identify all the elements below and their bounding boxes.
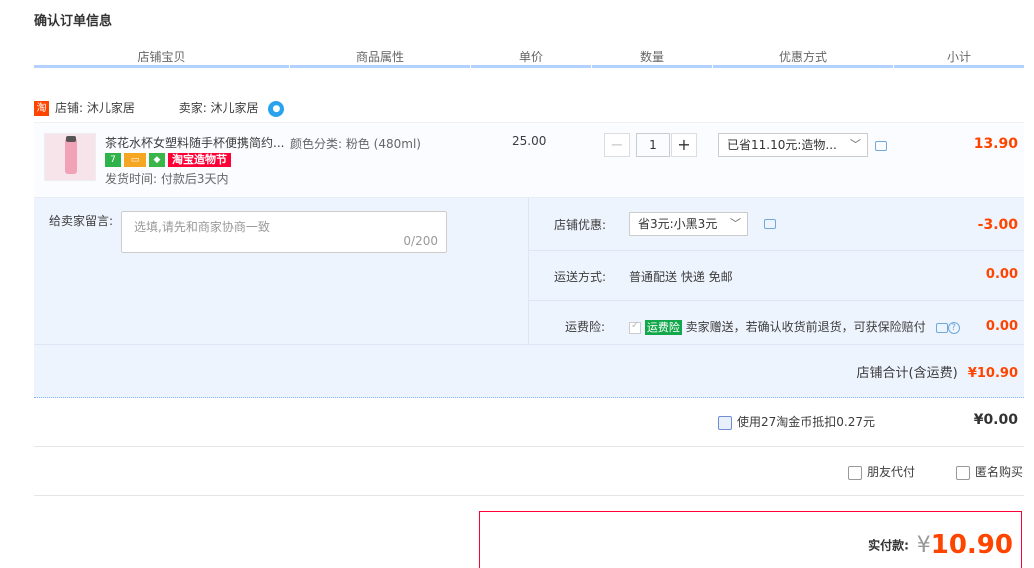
payment-amount: 10.90 xyxy=(930,530,1013,560)
bottle-image xyxy=(65,136,77,174)
coin-row: 使用27淘金币抵扣0.27元 ¥0.00 xyxy=(34,398,1024,447)
shop-total: 店铺合计(含运费) ¥10.90 xyxy=(857,362,1018,381)
order-item: 茶花水杯女塑料随手杯便携简约... 7 ▭ ◆ 淘宝造物节 发货时间: 付款后3天内 … xyxy=(34,122,1024,198)
friend-pay-checkbox[interactable] xyxy=(848,465,862,480)
message-icon[interactable] xyxy=(935,322,948,333)
shipping-label: 运送方式: xyxy=(554,270,607,284)
service-badges: 7 ▭ ◆ 淘宝造物节 xyxy=(105,153,234,169)
header-underline xyxy=(34,65,289,68)
memo-char-count: 0/200 xyxy=(403,234,438,248)
anonymous-option[interactable]: 匿名购买 xyxy=(956,463,1023,480)
shop-total-value: ¥10.90 xyxy=(967,366,1018,381)
quantity-input[interactable]: 1 xyxy=(636,133,670,157)
product-attribute: 颜色分类: 粉色 (480ml) xyxy=(290,137,421,151)
shop-discount-value: 省3元:小黑3元 xyxy=(638,217,718,231)
divider xyxy=(528,198,529,344)
festival-badge[interactable]: 淘宝造物节 xyxy=(168,153,231,167)
chevron-down-icon: ﹀ xyxy=(730,217,741,230)
product-name-link[interactable]: 茶花水杯女塑料随手杯便携简约... xyxy=(105,134,287,151)
header-underline xyxy=(713,65,893,68)
item-discount-select[interactable]: 已省11.10元:造物... ﹀ xyxy=(718,133,868,157)
insurance-info: 运费险 卖家赠送，若确认收货前退货，可获保险赔付 ? xyxy=(629,318,960,335)
seven-day-return-icon[interactable]: 7 xyxy=(105,153,121,167)
guarantee-icon[interactable]: ◆ xyxy=(149,153,165,167)
shop-discount-amount: -3.00 xyxy=(977,217,1018,233)
anonymous-checkbox[interactable] xyxy=(956,465,970,480)
ship-time: 发货时间: 付款后3天内 xyxy=(105,172,229,186)
unit-price: 25.00 xyxy=(512,134,547,148)
memo-label: 给卖家留言: xyxy=(49,214,114,228)
payment-label: 实付款: xyxy=(868,538,909,553)
shipping-method: 普通配送 快递 免邮 xyxy=(629,270,733,284)
options-row: 朋友代付 匿名购买 xyxy=(34,447,1024,496)
quantity-plus-button[interactable]: + xyxy=(671,133,697,157)
insurance-badge: 运费险 xyxy=(644,320,682,335)
friend-pay-label: 朋友代付 xyxy=(867,465,916,479)
header-underline xyxy=(290,65,470,68)
coin-option[interactable]: 使用27淘金币抵扣0.27元 xyxy=(718,413,875,430)
quantity-minus-button[interactable]: − xyxy=(604,133,630,157)
item-subtotal: 13.90 xyxy=(973,136,1018,152)
shop-link[interactable]: 店铺: 沐儿家居 xyxy=(55,101,135,115)
actual-payment: 实付款: ¥10.90 xyxy=(868,530,1013,560)
help-icon[interactable]: ? xyxy=(947,321,960,334)
page-title: 确认订单信息 xyxy=(34,14,113,29)
insurance-price: 0.00 xyxy=(985,319,1018,334)
memo-placeholder: 选填,请先和商家协商一致 xyxy=(134,220,270,234)
taobao-icon: 淘 xyxy=(34,101,49,116)
coin-value: ¥0.00 xyxy=(973,412,1018,428)
coin-checkbox[interactable] xyxy=(718,415,732,430)
item-discount-value: 已省11.10元:造物... xyxy=(727,138,837,152)
shop-total-bar: 店铺合计(含运费) ¥10.90 xyxy=(34,345,1024,398)
shipping-price: 0.00 xyxy=(985,267,1018,282)
friend-pay-option[interactable]: 朋友代付 xyxy=(848,463,915,480)
credit-card-icon[interactable]: ▭ xyxy=(124,153,146,167)
shop-info: 淘店铺: 沐儿家居 卖家: 沐儿家居 ● xyxy=(34,99,285,117)
coin-label: 使用27淘金币抵扣0.27元 xyxy=(737,415,875,429)
seller-label: 卖家: 沐儿家居 xyxy=(178,101,259,115)
insurance-text: 卖家赠送，若确认收货前退货，可获保险赔付 xyxy=(685,320,926,334)
insurance-checkbox[interactable] xyxy=(629,320,641,334)
message-icon[interactable] xyxy=(875,141,887,151)
header-underline xyxy=(592,65,712,68)
shop-discount-select[interactable]: 省3元:小黑3元 ﹀ xyxy=(629,212,748,236)
insurance-label: 运费险: xyxy=(565,320,606,334)
seller-memo-input[interactable]: 选填,请先和商家协商一致 0/200 xyxy=(121,211,447,253)
header-underline xyxy=(471,65,591,68)
message-icon[interactable] xyxy=(764,219,776,229)
chevron-down-icon: ﹀ xyxy=(850,138,861,151)
product-thumbnail[interactable] xyxy=(44,133,96,181)
table-header: 店铺宝贝 商品属性 单价 数量 优惠方式 小计 xyxy=(34,46,1024,68)
payment-summary: 实付款: ¥10.90 xyxy=(479,511,1022,568)
order-details: 给卖家留言: 选填,请先和商家协商一致 0/200 店铺优惠: 省3元:小黑3元… xyxy=(34,198,1024,345)
shop-discount-label: 店铺优惠: xyxy=(554,218,607,232)
header-underline xyxy=(894,65,1024,68)
anonymous-label: 匿名购买 xyxy=(975,465,1024,479)
currency-symbol: ¥ xyxy=(916,532,931,558)
divider xyxy=(529,250,1024,251)
shop-total-label: 店铺合计(含运费) xyxy=(856,366,958,381)
chat-bubble-icon[interactable]: ● xyxy=(268,100,285,117)
divider xyxy=(529,300,1024,301)
